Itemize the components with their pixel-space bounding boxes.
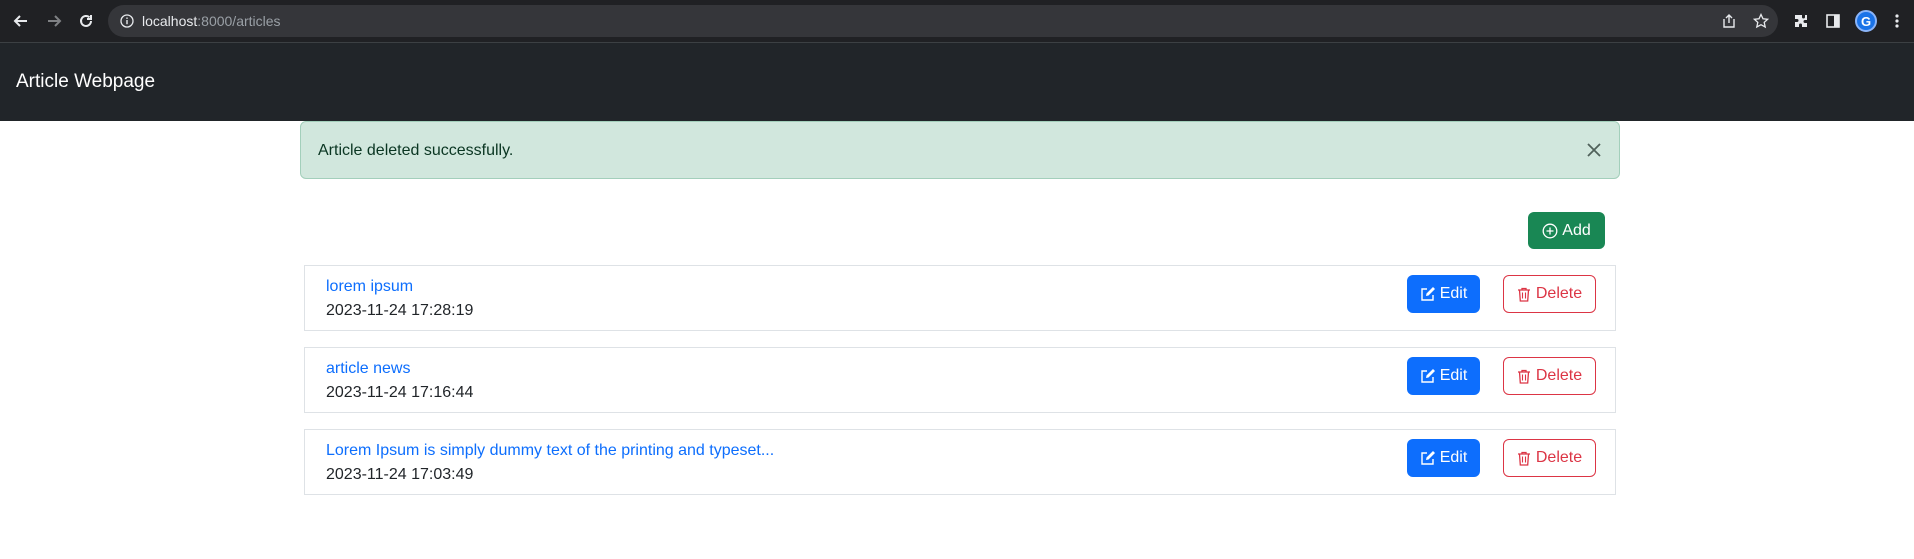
trash-icon: [1517, 451, 1530, 466]
side-panel-icon[interactable]: [1823, 11, 1843, 31]
edit-button-label: Edit: [1439, 285, 1468, 302]
delete-button-label: Delete: [1535, 367, 1583, 384]
trash-icon: [1517, 369, 1530, 384]
edit-button-label: Edit: [1439, 449, 1468, 466]
trash-icon: [1517, 287, 1530, 302]
back-button[interactable]: [9, 9, 33, 33]
edit-button[interactable]: Edit: [1407, 439, 1480, 477]
kebab-menu-icon[interactable]: [1887, 11, 1907, 31]
app-navbar: Article Webpage: [0, 43, 1914, 121]
edit-button[interactable]: Edit: [1407, 357, 1480, 395]
share-icon[interactable]: [1720, 12, 1738, 30]
edit-button[interactable]: Edit: [1407, 275, 1480, 313]
success-alert: Article deleted successfully.: [300, 121, 1620, 179]
edit-icon: [1421, 287, 1435, 301]
reload-icon: [80, 14, 92, 27]
article-date: 2023-11-24 17:28:19: [326, 302, 474, 319]
back-arrow-icon: [13, 15, 27, 27]
alert-message: Article deleted successfully.: [318, 142, 514, 159]
close-icon: [1587, 143, 1601, 157]
edit-icon: [1421, 369, 1435, 383]
profile-avatar[interactable]: G: [1855, 10, 1877, 32]
plus-circle-icon: [1542, 223, 1558, 238]
extensions-icon[interactable]: [1791, 11, 1811, 31]
edit-button-label: Edit: [1439, 367, 1468, 384]
browser-toolbar: localhost:8000/articles G: [0, 0, 1914, 42]
article-date: 2023-11-24 17:16:44: [326, 384, 474, 401]
bookmark-star-icon[interactable]: [1752, 12, 1770, 30]
url-text[interactable]: localhost:8000/articles: [142, 13, 281, 29]
article-list: lorem ipsum 2023-11-24 17:28:19 Edit Del…: [304, 265, 1616, 511]
delete-button[interactable]: Delete: [1503, 439, 1596, 477]
article-title-link[interactable]: Lorem Ipsum is simply dummy text of the …: [326, 442, 774, 460]
delete-button[interactable]: Delete: [1503, 275, 1596, 313]
article-title-link[interactable]: lorem ipsum: [326, 278, 413, 296]
forward-arrow-icon: [48, 15, 62, 27]
add-button-label: Add: [1562, 221, 1591, 239]
url-host: localhost: [142, 13, 198, 29]
article-title-link[interactable]: article news: [326, 360, 410, 378]
delete-button-label: Delete: [1535, 285, 1583, 302]
alert-close-button[interactable]: [1581, 137, 1607, 163]
navbar-brand[interactable]: Article Webpage: [16, 71, 155, 93]
article-date: 2023-11-24 17:03:49: [326, 466, 474, 483]
list-item: lorem ipsum 2023-11-24 17:28:19 Edit Del…: [304, 265, 1616, 331]
edit-icon: [1421, 451, 1435, 465]
forward-button[interactable]: [42, 9, 66, 33]
add-article-button[interactable]: Add: [1528, 212, 1605, 249]
list-item: article news 2023-11-24 17:16:44 Edit De…: [304, 347, 1616, 413]
url-path: :8000/articles: [197, 13, 281, 29]
site-info-icon[interactable]: [118, 12, 136, 30]
list-item: Lorem Ipsum is simply dummy text of the …: [304, 429, 1616, 495]
delete-button-label: Delete: [1535, 449, 1583, 466]
delete-button[interactable]: Delete: [1503, 357, 1596, 395]
address-bar[interactable]: localhost:8000/articles: [108, 5, 1778, 37]
reload-button[interactable]: [74, 9, 98, 33]
